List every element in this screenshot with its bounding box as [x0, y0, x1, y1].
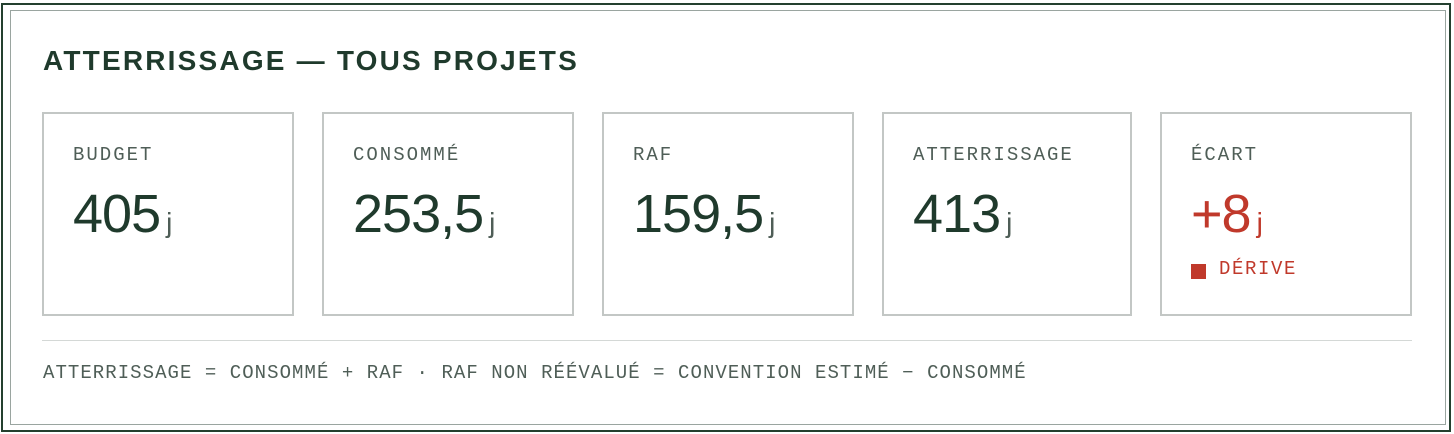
kpi-unit-ecart: j: [1256, 207, 1263, 238]
kpi-value-row-ecart: +8 j: [1191, 184, 1263, 258]
square-status-icon: [1191, 263, 1206, 279]
kpi-value-budget: 405: [73, 184, 161, 244]
kpi-cards: BUDGET 405 j CONSOMMÉ 253,5 j RAF 159,5 j A…: [42, 112, 1412, 316]
kpi-label-raf: RAF: [633, 144, 674, 166]
kpi-card-raf: RAF 159,5 j: [602, 112, 854, 316]
kpi-card-budget: BUDGET 405 j: [42, 112, 294, 316]
kpi-unit-atterrissage: j: [1006, 207, 1013, 238]
kpi-label-ecart: ÉCART: [1191, 144, 1259, 166]
kpi-card-atterrissage: ATTERRISSAGE 413 j: [882, 112, 1132, 316]
kpi-value-raf: 159,5: [633, 184, 764, 244]
divider: [42, 340, 1412, 341]
formula-footnote: ATTERRISSAGE = CONSOMMÉ + RAF · RAF NON …: [43, 362, 1027, 384]
kpi-value-consomme: 253,5: [353, 184, 484, 244]
kpi-unit-consomme: j: [489, 207, 496, 238]
kpi-card-ecart: ÉCART +8 j DÉRIVE: [1160, 112, 1412, 316]
status-badge: DÉRIVE: [1191, 258, 1297, 280]
kpi-value-ecart: +8: [1191, 184, 1252, 244]
kpi-value-atterrissage: 413: [913, 184, 1001, 244]
kpi-unit-raf: j: [769, 207, 776, 238]
kpi-value-row-consomme: 253,5 j: [353, 184, 495, 258]
kpi-value-row-budget: 405 j: [73, 184, 172, 258]
panel-title: ATTERRISSAGE — TOUS PROJETS: [43, 45, 579, 76]
kpi-value-row-raf: 159,5 j: [633, 184, 775, 258]
kpi-label-consomme: CONSOMMÉ: [353, 144, 461, 166]
kpi-unit-budget: j: [166, 207, 173, 238]
kpi-label-atterrissage: ATTERRISSAGE: [913, 144, 1074, 166]
status-label: DÉRIVE: [1219, 258, 1298, 280]
kpi-label-budget: BUDGET: [73, 144, 154, 166]
kpi-card-consomme: CONSOMMÉ 253,5 j: [322, 112, 574, 316]
kpi-value-row-atterrissage: 413 j: [913, 184, 1012, 258]
